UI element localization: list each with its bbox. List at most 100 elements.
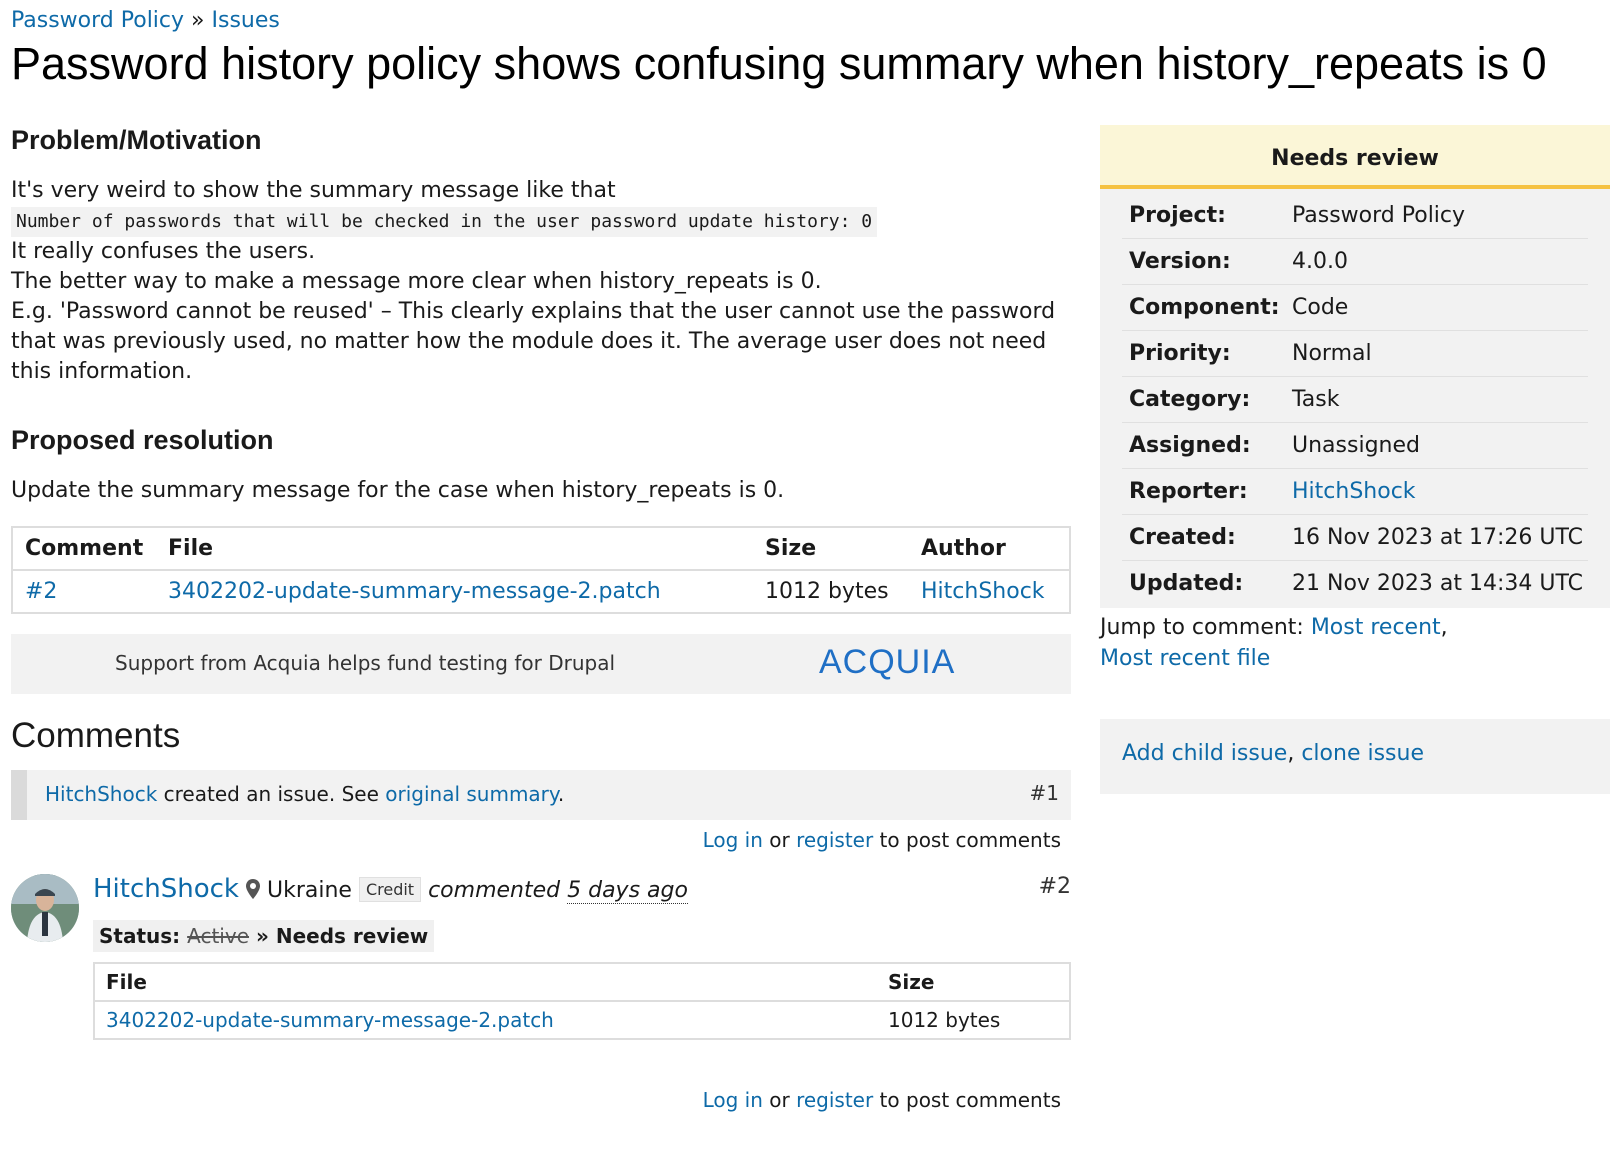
acquia-support-text: Support from Acquia helps fund testing f…: [115, 651, 615, 675]
meta-key: Updated:: [1129, 571, 1244, 596]
status-separator: »: [255, 924, 269, 948]
files-header-file: File: [156, 527, 753, 571]
location-pin-icon: [245, 879, 260, 905]
file-download-link[interactable]: 3402202-update-summary-message-2.patch: [168, 579, 661, 604]
status-change: Status: Active » Needs review: [93, 920, 1071, 952]
system-comment-text: created an issue. See: [157, 782, 386, 806]
system-comment-user-link[interactable]: HitchShock: [45, 782, 157, 806]
meta-project: Project: Password Policy: [1122, 193, 1588, 239]
meta-key: Reporter:: [1129, 479, 1248, 504]
meta-value: 16 Nov 2023 at 17:26 UTC: [1292, 525, 1584, 550]
files-table-header: Comment File Size Author: [12, 527, 1070, 571]
jump-most-recent-file-link[interactable]: Most recent file: [1100, 646, 1270, 671]
avatar[interactable]: [11, 874, 79, 942]
meta-value: Password Policy: [1292, 203, 1466, 228]
meta-component: Component: Code: [1122, 285, 1588, 331]
avatar-image: [11, 874, 79, 942]
problem-line-1: It's very weird to show the summary mess…: [11, 178, 616, 203]
comment-author-location: Ukraine: [266, 878, 352, 903]
issue-main-content: Problem/Motivation It's very weird to sh…: [11, 125, 1071, 1112]
meta-assigned: Assigned: Unassigned: [1122, 423, 1588, 469]
meta-priority: Priority: Normal: [1122, 331, 1588, 377]
meta-value: Code: [1292, 295, 1349, 320]
login-or-text: or: [762, 1088, 797, 1112]
resolution-text: Update the summary message for the case …: [11, 478, 785, 503]
login-prompt-2: Log in or register to post comments: [11, 1088, 1071, 1112]
jump-comma: ,: [1440, 615, 1448, 640]
comment-2: HitchShock Ukraine Credit commented 5 da…: [11, 874, 1071, 1074]
login-prompt-1: Log in or register to post comments: [11, 828, 1071, 852]
table-row: #2 3402202-update-summary-message-2.patc…: [12, 570, 1070, 613]
comment-file-link[interactable]: 3402202-update-summary-message-2.patch: [106, 1008, 554, 1032]
credit-badge: Credit: [358, 877, 422, 902]
jump-to-comment: Jump to comment: Most recent, Most recen…: [1100, 612, 1610, 674]
meta-value: 4.0.0: [1292, 249, 1348, 274]
resolution-heading: Proposed resolution: [11, 425, 274, 455]
login-tail-text: to post comments: [873, 1088, 1061, 1112]
meta-updated: Updated: 21 Nov 2023 at 14:34 UTC: [1122, 561, 1588, 606]
meta-key: Priority:: [1129, 341, 1231, 366]
breadcrumb: Password Policy » Issues: [11, 8, 280, 33]
meta-category: Category: Task: [1122, 377, 1588, 423]
comment-files-table: File Size 3402202-update-summary-message…: [93, 962, 1071, 1040]
meta-key: Component:: [1129, 295, 1280, 320]
comment-number-1[interactable]: #1: [1030, 781, 1059, 805]
system-comment-message: HitchShock created an issue. See origina…: [45, 782, 564, 806]
acquia-logo[interactable]: ACQUIA: [819, 643, 955, 682]
reporter-link[interactable]: HitchShock: [1292, 479, 1588, 504]
original-summary-link[interactable]: original summary: [385, 782, 558, 806]
meta-value: 21 Nov 2023 at 14:34 UTC: [1292, 571, 1584, 596]
login-tail-text: to post comments: [873, 828, 1061, 852]
actions-comma: ,: [1287, 741, 1302, 766]
file-author-link[interactable]: HitchShock: [921, 579, 1045, 604]
clone-issue-link[interactable]: clone issue: [1301, 741, 1424, 766]
status-change-box: Status: Active » Needs review: [93, 920, 435, 952]
system-comment-period: .: [557, 782, 565, 806]
comments-heading: Comments: [11, 716, 181, 755]
system-comment: HitchShock created an issue. See origina…: [11, 770, 1071, 820]
comment-2-header: HitchShock Ukraine Credit commented 5 da…: [93, 874, 1071, 908]
comment-author-link[interactable]: HitchShock: [93, 874, 239, 904]
add-child-issue-link[interactable]: Add child issue: [1122, 741, 1287, 766]
register-link[interactable]: register: [796, 828, 873, 852]
meta-reporter: Reporter: HitchShock: [1122, 469, 1588, 515]
meta-value: Unassigned: [1292, 433, 1420, 458]
breadcrumb-project-link[interactable]: Password Policy: [11, 8, 184, 33]
problem-line-2: It really confuses the users.: [11, 239, 316, 264]
files-table: Comment File Size Author #2 3402202-upda…: [11, 526, 1071, 614]
meta-key: Project:: [1129, 203, 1226, 228]
login-or-text: or: [762, 828, 797, 852]
status-new: Needs review: [275, 924, 429, 948]
comment-number-2[interactable]: #2: [1039, 874, 1071, 899]
comment-files-header-size: Size: [877, 963, 1070, 1002]
meta-key: Created:: [1129, 525, 1236, 550]
jump-most-recent-link[interactable]: Most recent: [1311, 615, 1441, 640]
files-header-comment: Comment: [12, 527, 156, 571]
breadcrumb-issues-link[interactable]: Issues: [212, 8, 280, 33]
meta-key: Assigned:: [1129, 433, 1251, 458]
status-badge: Needs review: [1100, 125, 1610, 189]
log-in-link[interactable]: Log in: [703, 1088, 763, 1112]
file-size: 1012 bytes: [765, 579, 889, 604]
register-link[interactable]: register: [796, 1088, 873, 1112]
page-title: Password history policy shows confusing …: [11, 38, 1547, 89]
status-old: Active: [187, 924, 250, 948]
table-row: 3402202-update-summary-message-2.patch 1…: [94, 1001, 1070, 1039]
log-in-link[interactable]: Log in: [703, 828, 763, 852]
comment-time: 5 days ago: [567, 878, 688, 904]
problem-heading: Problem/Motivation: [11, 125, 262, 155]
files-header-size: Size: [753, 527, 909, 571]
meta-value: Normal: [1292, 341, 1372, 366]
meta-key: Version:: [1129, 249, 1231, 274]
comment-files-header-file: File: [94, 963, 877, 1002]
file-comment-link[interactable]: #2: [25, 579, 57, 604]
meta-key: Category:: [1129, 387, 1251, 412]
jump-label: Jump to comment:: [1100, 615, 1311, 640]
issue-metadata: Project: Password Policy Version: 4.0.0 Co…: [1100, 189, 1610, 608]
meta-value: Task: [1292, 387, 1340, 412]
problem-code: Number of passwords that will be checked…: [11, 207, 878, 237]
comment-2-body: HitchShock Ukraine Credit commented 5 da…: [93, 874, 1071, 1040]
commented-text: commented: [428, 878, 561, 903]
issue-actions-box: Add child issue, clone issue: [1100, 719, 1610, 794]
status-badge-label: Needs review: [1271, 146, 1439, 171]
